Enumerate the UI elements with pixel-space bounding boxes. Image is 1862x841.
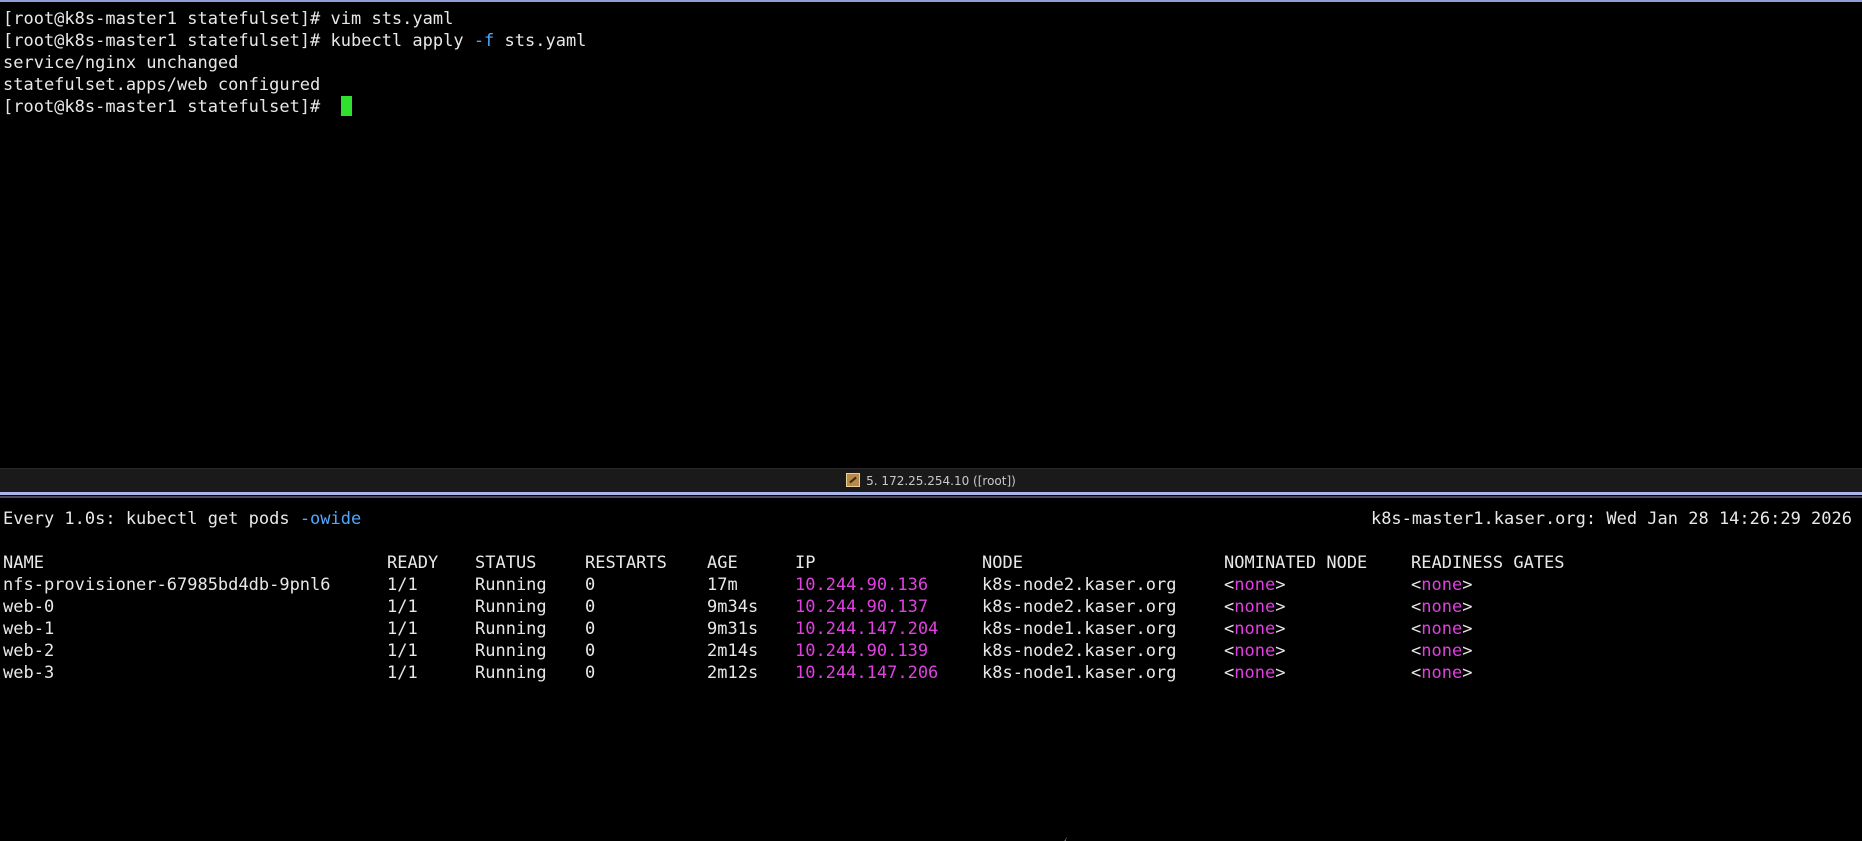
terminal-line: [root@k8s-master1 statefulset]# kubectl … <box>3 30 586 52</box>
cell-status: Running <box>475 575 547 595</box>
cell-ready: 1/1 <box>387 641 418 661</box>
none-value: none <box>1421 619 1463 639</box>
pane-splitter-shadow <box>0 496 1862 498</box>
column-header-ip: IP <box>795 553 816 573</box>
cell-name: web-2 <box>3 641 55 661</box>
cell-age: 9m34s <box>707 597 759 617</box>
cell-ip: 10.244.147.206 <box>795 663 939 683</box>
cell-node: k8s-node2.kaser.org <box>982 641 1177 661</box>
command-text: kubectl apply <box>330 31 474 51</box>
shell-prompt: [root@k8s-master1 statefulset]# <box>3 31 331 51</box>
terminal-output-line: service/nginx unchanged <box>3 53 239 73</box>
cell-readiness-gates: <none> <box>1411 597 1473 617</box>
cell-status: Running <box>475 641 547 661</box>
none-value: none <box>1421 641 1463 661</box>
cell-ready: 1/1 <box>387 597 418 617</box>
command-text: sts.yaml <box>494 31 587 51</box>
none-value: none <box>1234 619 1276 639</box>
watch-header: Every 1.0s: kubectl get pods -owide <box>3 508 361 530</box>
none-value: none <box>1234 663 1276 683</box>
terminal-line: [root@k8s-master1 statefulset]# <box>3 96 352 118</box>
none-value: none <box>1234 575 1276 595</box>
pane-splitter[interactable] <box>0 492 1862 495</box>
cell-age: 2m14s <box>707 641 759 661</box>
session-tab[interactable]: 5. 172.25.254.10 ([root]) <box>0 473 1862 488</box>
cell-nominated-node: <none> <box>1224 597 1286 617</box>
cell-nominated-node: <none> <box>1224 663 1286 683</box>
mouse-cursor-icon: ⁁ <box>1064 832 1067 841</box>
cell-ip: 10.244.147.204 <box>795 619 939 639</box>
cell-ready: 1/1 <box>387 575 418 595</box>
terminal-output-line: statefulset.apps/web configured <box>3 75 321 95</box>
cell-age: 9m31s <box>707 619 759 639</box>
column-header-readiness-gates: READINESS GATES <box>1411 553 1565 573</box>
cell-restarts: 0 <box>585 597 596 617</box>
none-value: none <box>1234 641 1276 661</box>
cell-ip: 10.244.90.137 <box>795 597 929 617</box>
session-tab-bar: 5. 172.25.254.10 ([root]) <box>0 468 1862 493</box>
column-header-status: STATUS <box>475 553 537 573</box>
watch-flag: -owide <box>299 509 362 529</box>
watch-host-time: k8s-master1.kaser.org: Wed Jan 28 14:26:… <box>1370 509 1852 529</box>
cell-nominated-node: <none> <box>1224 641 1286 661</box>
none-value: none <box>1421 663 1463 683</box>
command-text: vim sts.yaml <box>330 9 454 29</box>
terminal-cursor <box>340 96 352 116</box>
cell-nominated-node: <none> <box>1224 575 1286 595</box>
cell-name: web-3 <box>3 663 55 683</box>
column-header-restarts: RESTARTS <box>585 553 667 573</box>
cell-age: 17m <box>707 575 738 595</box>
cell-ready: 1/1 <box>387 619 418 639</box>
cell-name: nfs-provisioner-67985bd4db-9pnl6 <box>3 575 331 595</box>
column-header-ready: READY <box>387 553 439 573</box>
cell-node: k8s-node1.kaser.org <box>982 619 1177 639</box>
cell-restarts: 0 <box>585 619 596 639</box>
pencil-session-icon <box>846 473 861 487</box>
watch-command: Every 1.0s: kubectl get pods <box>3 509 300 529</box>
cell-readiness-gates: <none> <box>1411 663 1473 683</box>
shell-prompt: [root@k8s-master1 statefulset]# <box>3 9 331 29</box>
none-value: none <box>1421 597 1463 617</box>
column-header-nominated-node: NOMINATED NODE <box>1224 553 1368 573</box>
cell-name: web-1 <box>3 619 55 639</box>
cell-name: web-0 <box>3 597 55 617</box>
column-header-node: NODE <box>982 553 1023 573</box>
cell-node: k8s-node2.kaser.org <box>982 575 1177 595</box>
cell-readiness-gates: <none> <box>1411 641 1473 661</box>
command-flag: -f <box>473 31 495 51</box>
column-header-age: AGE <box>707 553 738 573</box>
shell-prompt: [root@k8s-master1 statefulset]# <box>3 97 331 117</box>
cell-restarts: 0 <box>585 663 596 683</box>
cell-nominated-node: <none> <box>1224 619 1286 639</box>
cell-status: Running <box>475 597 547 617</box>
cell-ready: 1/1 <box>387 663 418 683</box>
cell-status: Running <box>475 663 547 683</box>
cell-ip: 10.244.90.136 <box>795 575 929 595</box>
none-value: none <box>1234 597 1276 617</box>
cell-restarts: 0 <box>585 575 596 595</box>
cell-node: k8s-node2.kaser.org <box>982 597 1177 617</box>
cell-readiness-gates: <none> <box>1411 575 1473 595</box>
cell-status: Running <box>475 619 547 639</box>
session-tab-label: 5. 172.25.254.10 ([root]) <box>866 474 1016 488</box>
none-value: none <box>1421 575 1463 595</box>
column-header-name: NAME <box>3 553 44 573</box>
cell-restarts: 0 <box>585 641 596 661</box>
cell-readiness-gates: <none> <box>1411 619 1473 639</box>
terminal-pane-top[interactable]: [root@k8s-master1 statefulset]# vim sts.… <box>0 2 1862 468</box>
terminal-line: [root@k8s-master1 statefulset]# vim sts.… <box>3 8 453 30</box>
cell-age: 2m12s <box>707 663 759 683</box>
terminal-pane-bottom[interactable]: Every 1.0s: kubectl get pods -owide k8s-… <box>0 500 1862 841</box>
cell-node: k8s-node1.kaser.org <box>982 663 1177 683</box>
cell-ip: 10.244.90.139 <box>795 641 929 661</box>
